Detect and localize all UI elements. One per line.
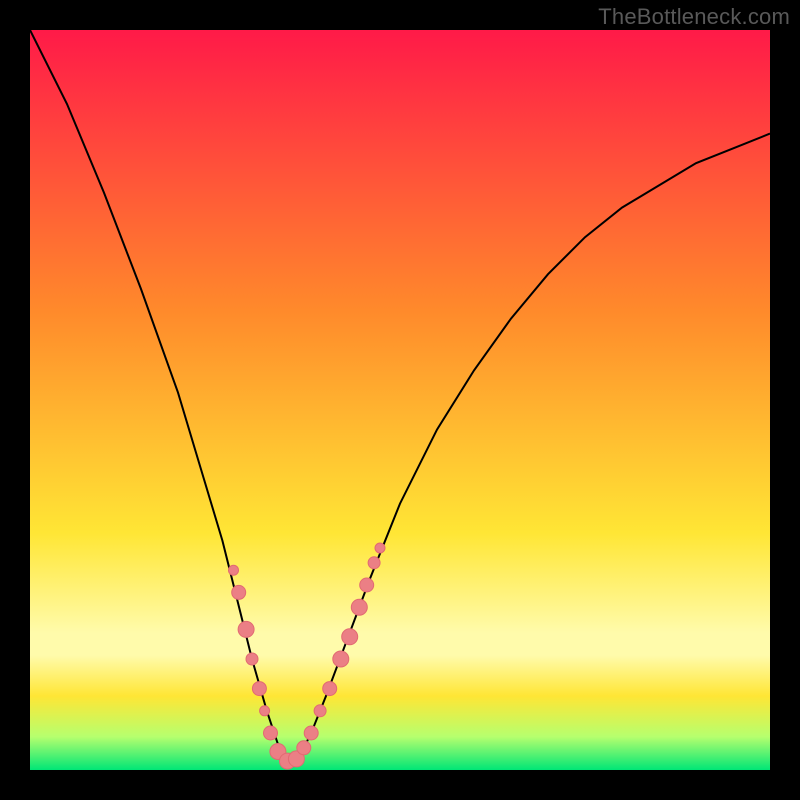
data-dot: [252, 682, 266, 696]
data-dot: [238, 621, 254, 637]
data-dot: [314, 705, 326, 717]
data-dot: [260, 706, 270, 716]
data-dot: [375, 543, 385, 553]
data-dot: [229, 565, 239, 575]
data-dot: [333, 651, 349, 667]
data-dot: [304, 726, 318, 740]
bottleneck-curve: [30, 30, 770, 763]
data-dot: [232, 585, 246, 599]
plot-area: [30, 30, 770, 770]
watermark-text: TheBottleneck.com: [598, 4, 790, 30]
chart-frame: TheBottleneck.com: [0, 0, 800, 800]
curve-layer: [30, 30, 770, 770]
data-dot: [360, 578, 374, 592]
data-dots: [229, 543, 386, 769]
data-dot: [323, 682, 337, 696]
data-dot: [297, 741, 311, 755]
data-dot: [264, 726, 278, 740]
data-dot: [368, 557, 380, 569]
data-dot: [246, 653, 258, 665]
data-dot: [351, 599, 367, 615]
data-dot: [342, 629, 358, 645]
